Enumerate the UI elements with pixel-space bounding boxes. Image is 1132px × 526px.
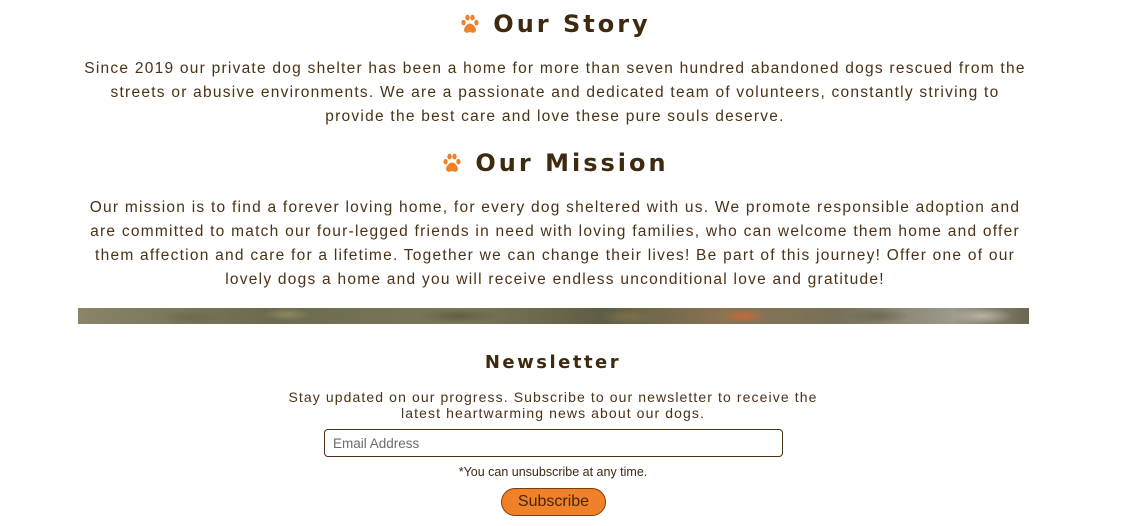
- newsletter-text: Stay updated on our progress. Subscribe …: [288, 389, 818, 421]
- story-title: Our Story: [493, 10, 651, 38]
- paw-icon: [459, 13, 481, 41]
- mission-title: Our Mission: [475, 149, 669, 177]
- email-field[interactable]: [324, 429, 783, 457]
- page: Our Story Since 2019 our private dog she…: [0, 0, 1132, 526]
- mission-heading: Our Mission: [0, 149, 1110, 180]
- story-heading: Our Story: [0, 10, 1110, 41]
- unsubscribe-note: *You can unsubscribe at any time.: [458, 465, 648, 479]
- story-text: Since 2019 our private dog shelter has b…: [84, 60, 1026, 125]
- newsletter-title: Newsletter: [484, 352, 622, 373]
- banner-image: [78, 308, 1029, 324]
- paw-icon: [441, 152, 463, 180]
- subscribe-button[interactable]: Subscribe: [501, 488, 606, 516]
- mission-text: Our mission is to find a forever loving …: [89, 199, 1021, 288]
